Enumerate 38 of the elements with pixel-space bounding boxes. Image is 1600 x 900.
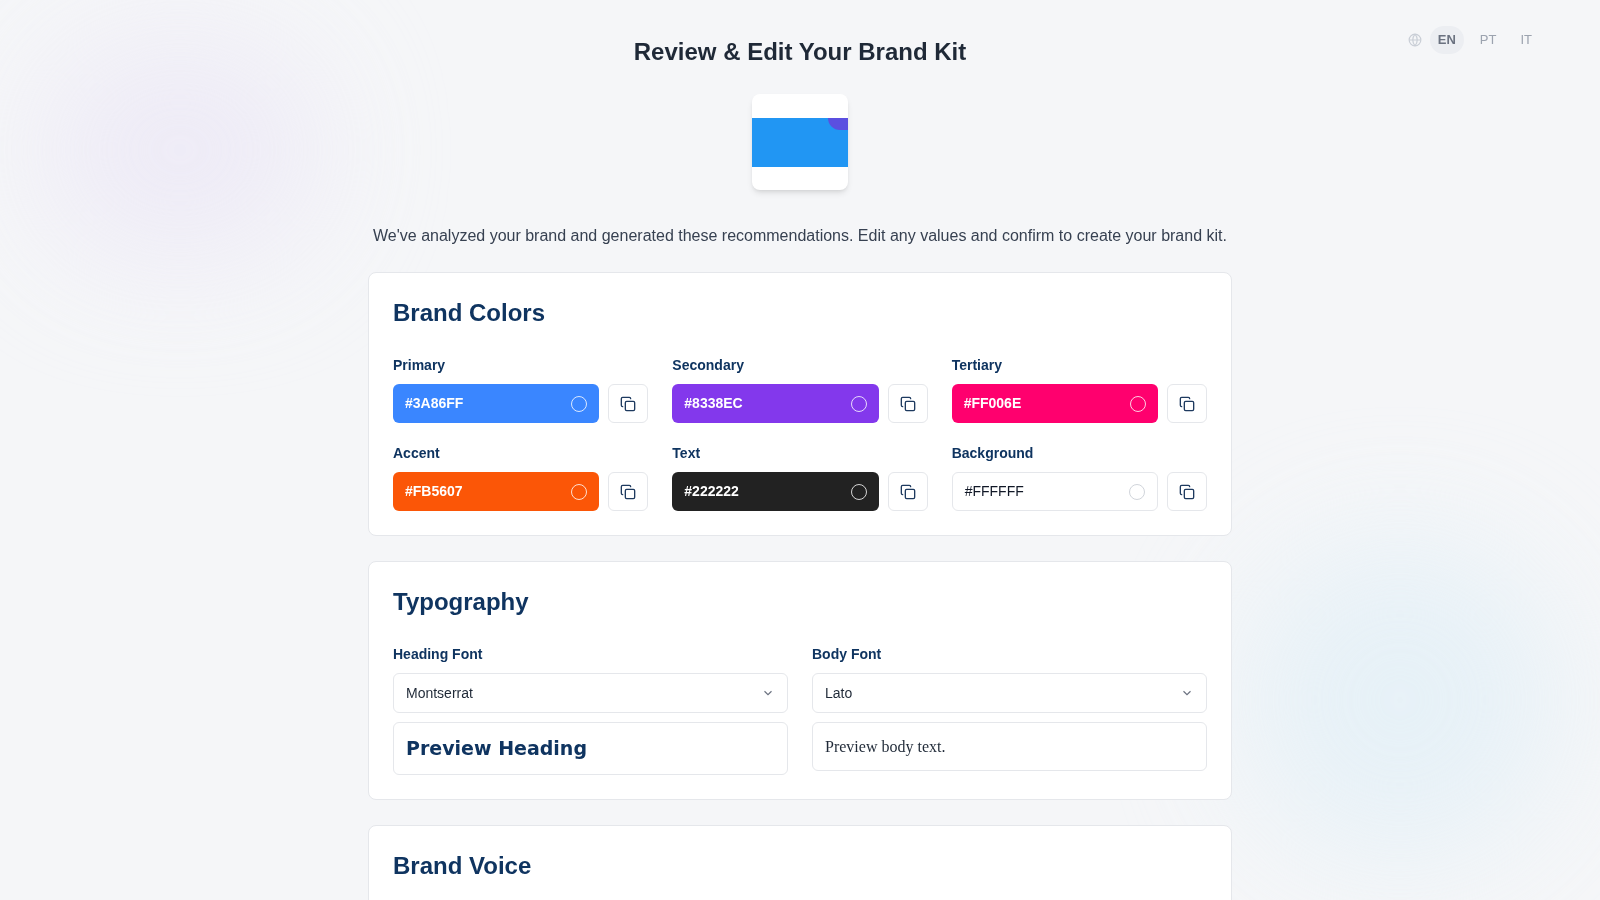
font-label: Heading Font: [393, 645, 484, 664]
copy-icon: [620, 483, 637, 500]
color-label: Text: [672, 444, 702, 463]
color-field[interactable]: #FB5607: [393, 472, 600, 511]
page-title: Review & Edit Your Brand Kit: [633, 37, 967, 67]
copy-icon: [1179, 395, 1195, 412]
copy-button[interactable]: [1167, 384, 1207, 423]
copy-button[interactable]: [887, 472, 928, 511]
color-label: Tertiary: [951, 356, 1003, 375]
color-label: Background: [951, 444, 1035, 463]
language-option[interactable]: EN: [1429, 26, 1464, 54]
color-field[interactable]: #8338EC: [672, 384, 879, 423]
color-label: Accent: [393, 444, 441, 463]
copy-button[interactable]: [608, 384, 649, 423]
copy-button[interactable]: [1167, 472, 1207, 511]
copy-icon: [620, 395, 637, 412]
color-label: Primary: [393, 356, 447, 375]
language-option[interactable]: IT: [1512, 26, 1540, 54]
copy-button[interactable]: [887, 384, 928, 423]
color-field[interactable]: #3A86FF: [393, 384, 600, 423]
color-field[interactable]: #FF006E: [951, 384, 1158, 423]
font-select[interactable]: Lato: [812, 673, 1207, 713]
copy-button[interactable]: [608, 472, 649, 511]
intro-text: We've analyzed your brand and generated these recommendations. Edit any values and confirm to create your brand kit.: [373, 226, 1227, 246]
section-title: Brand Voice: [393, 851, 533, 881]
color-field[interactable]: #222222: [672, 472, 879, 511]
copy-icon: [1179, 483, 1195, 500]
color-label: Secondary: [672, 356, 745, 375]
section-title: Typography: [393, 587, 530, 617]
heading-preview: Preview Heading: [393, 722, 788, 775]
copy-icon: [899, 483, 916, 500]
color-field[interactable]: #FFFFFF: [951, 472, 1158, 511]
copy-icon: [899, 395, 916, 412]
language-option[interactable]: PT: [1471, 26, 1505, 54]
font-select[interactable]: Montserrat: [393, 673, 788, 713]
font-label: Body Font: [812, 645, 883, 664]
body-preview: Preview body text.: [812, 722, 1207, 771]
section-title: Brand Colors: [393, 298, 546, 328]
